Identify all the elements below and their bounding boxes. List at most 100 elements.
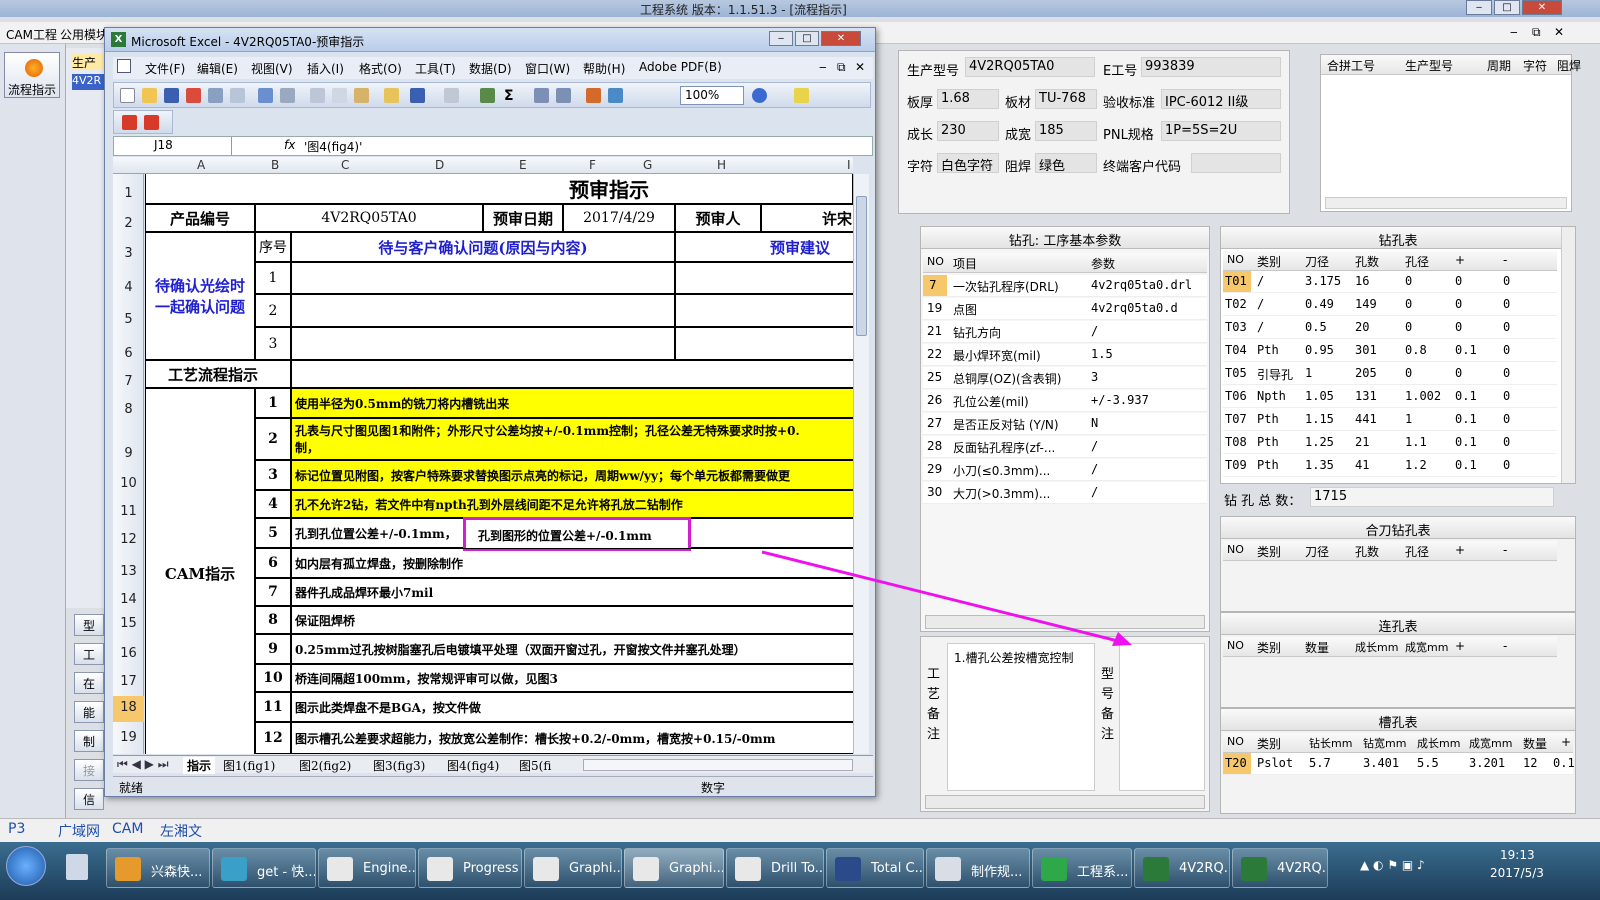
item-num[interactable]: 9 [255, 634, 291, 664]
redo-icon[interactable] [444, 88, 459, 103]
table-row[interactable]: T01/3.175 16 0 0 0 [1223, 271, 1557, 293]
char-field[interactable]: 白色字符 [937, 153, 999, 174]
cut-icon[interactable] [310, 88, 325, 103]
formula-input[interactable]: '图4(fig4)' [304, 138, 362, 155]
tab-fig3[interactable]: 图3(fig3) [373, 757, 425, 774]
advice-header[interactable]: 预审建议 [675, 232, 853, 262]
row-header[interactable]: 9 [113, 446, 144, 461]
workbook-icon[interactable] [117, 59, 131, 73]
link-user[interactable]: 左湘文 [160, 821, 202, 841]
menu-edit[interactable]: 编辑(E) [197, 60, 238, 77]
menu-view[interactable]: 视图(V) [251, 60, 293, 77]
tray-icons[interactable]: ▲ ◐ ⚑ ▣ ♪ [1360, 858, 1425, 872]
row-header[interactable]: 5 [113, 312, 144, 327]
name-box[interactable]: J18 [114, 137, 232, 155]
sheet-title[interactable]: 预审指示 [145, 174, 853, 204]
copy-icon[interactable] [332, 88, 347, 103]
task-item[interactable]: 兴森快... [106, 848, 210, 888]
drill-table-scrollbar[interactable] [1561, 227, 1575, 483]
item-text[interactable]: 图示槽孔公差要求超能力，按放宽公差制作：槽长按+0.2/-0mm，槽宽按+0.1… [291, 722, 853, 754]
cust-field[interactable] [1191, 153, 1281, 173]
mdi-minimize-icon[interactable]: ‒ [1510, 25, 1518, 39]
date-label[interactable]: 预审日期 [483, 204, 563, 232]
menu-data[interactable]: 数据(D) [469, 60, 512, 77]
menu-file[interactable]: 文件(F) [145, 60, 185, 77]
row-header[interactable]: 16 [113, 646, 144, 661]
table-row[interactable]: T09 Pth 1.35 41 1.2 0.1 0 [1223, 455, 1557, 477]
item-num[interactable]: 10 [255, 664, 291, 692]
product-value[interactable]: 4V2RQ05TA0 [255, 204, 483, 232]
mask-field[interactable]: 绿色 [1035, 153, 1097, 174]
minimize-button[interactable]: ‒ [1466, 0, 1492, 15]
table-row[interactable]: T08 Pth 1.25 21 1.1 0.1 0 [1223, 432, 1557, 454]
std-field[interactable]: IPC-6012 II级 [1161, 89, 1281, 110]
scroll-thumb[interactable] [856, 196, 867, 336]
table-row[interactable]: T20 Pslot 5.7 3.401 5.5 3.201 12 0.1 [1223, 753, 1575, 775]
undo-icon[interactable] [410, 88, 425, 103]
reviewer-value[interactable]: 许宋 [761, 204, 853, 232]
drawing-icon[interactable] [608, 88, 623, 103]
start-button[interactable] [6, 846, 46, 886]
help-icon[interactable] [752, 88, 767, 103]
col-header[interactable]: E [519, 158, 527, 172]
table-row[interactable]: T05 引导孔 1 205 0 0 0 [1223, 363, 1557, 385]
len-field[interactable]: 230 [937, 121, 999, 141]
row-header[interactable]: 6 [113, 346, 144, 361]
hyperlink-icon[interactable] [480, 88, 495, 103]
close-button[interactable]: ✕ [1522, 0, 1562, 15]
col-header[interactable]: G [643, 158, 652, 172]
row-header[interactable]: 3 [113, 246, 144, 261]
item-num[interactable]: 7 [255, 578, 291, 606]
doc-close-icon[interactable]: ✕ [855, 60, 865, 74]
cam-label[interactable]: CAM指示 [145, 388, 255, 754]
sheet-vertical-scrollbar[interactable] [853, 174, 869, 754]
menu-window[interactable]: 窗口(W) [525, 60, 570, 77]
tab-fig2[interactable]: 图2(fig2) [299, 757, 351, 774]
product-label[interactable]: 产品编号 [145, 204, 255, 232]
calculator-icon[interactable] [66, 854, 88, 880]
item-text[interactable]: 桥连间隔超100mm，按常规评审可以做，见图3 [291, 664, 853, 692]
maximize-button[interactable]: □ [1494, 0, 1520, 15]
item-text[interactable]: 图示此类焊盘不是BGA，按文件做 [291, 692, 853, 722]
table-row[interactable]: 26 孔位公差(mil) +/-3.937 [923, 390, 1207, 412]
width-field[interactable]: 185 [1035, 121, 1097, 141]
task-item[interactable]: Drill To... [726, 848, 824, 888]
tab-nav-icon[interactable]: ⏮ ◀ ▶ ⏭ [117, 757, 169, 772]
menu-common[interactable]: 公用模块 [60, 26, 108, 43]
process-note-text[interactable]: 1.槽孔公差按槽宽控制 [947, 643, 1095, 791]
confirm-num[interactable]: 2 [255, 294, 291, 327]
task-item[interactable]: 4V2RQ... [1232, 848, 1328, 888]
thick-field[interactable]: 1.68 [937, 89, 999, 109]
row-header[interactable]: 2 [113, 216, 144, 231]
zoom-select[interactable]: 100% [680, 86, 744, 105]
item-text[interactable]: 使用半径为0.5mm的铣刀将内槽铣出来 [291, 388, 853, 418]
side-btn-external[interactable]: 接外 [74, 759, 104, 781]
side-btn-model[interactable]: 型号 [74, 614, 104, 636]
autosum-icon[interactable]: Σ [504, 88, 519, 104]
row-header[interactable]: 4 [113, 280, 144, 295]
notes-scrollbar[interactable] [925, 795, 1205, 809]
item-num[interactable]: 2 [255, 418, 291, 460]
new-icon[interactable] [120, 88, 135, 103]
pnl-field[interactable]: 1P=5S=2U [1161, 121, 1281, 141]
menu-tools[interactable]: 工具(T) [415, 60, 456, 77]
menu-adobe-pdf[interactable]: Adobe PDF(B) [639, 60, 722, 74]
permission-icon[interactable] [186, 88, 201, 103]
item-num[interactable]: 12 [255, 722, 291, 754]
row-header[interactable]: 13 [113, 564, 144, 579]
doc-minimize-icon[interactable]: ‒ [819, 60, 827, 74]
menu-help[interactable]: 帮助(H) [583, 60, 625, 77]
table-row[interactable]: 25 总铜厚(OZ)(含表铜) 3 [923, 367, 1207, 389]
table-row[interactable]: T07 Pth 1.15 441 1 0.1 0 [1223, 409, 1557, 431]
item-num[interactable]: 1 [255, 388, 291, 418]
row-header[interactable]: 15 [113, 616, 144, 631]
col-header[interactable]: H [717, 158, 726, 172]
table-row[interactable]: 21 钻孔方向 / [923, 321, 1207, 343]
table-row[interactable]: 19 点图 4v2rq05ta0.d [923, 298, 1207, 320]
col-header[interactable]: A [197, 158, 205, 172]
fill-color-icon[interactable] [794, 88, 809, 103]
excel-minimize-button[interactable]: ‒ [769, 31, 793, 46]
row-header[interactable]: 19 [113, 730, 144, 745]
print-preview-icon[interactable] [230, 88, 245, 103]
row-header[interactable]: 8 [113, 402, 144, 417]
